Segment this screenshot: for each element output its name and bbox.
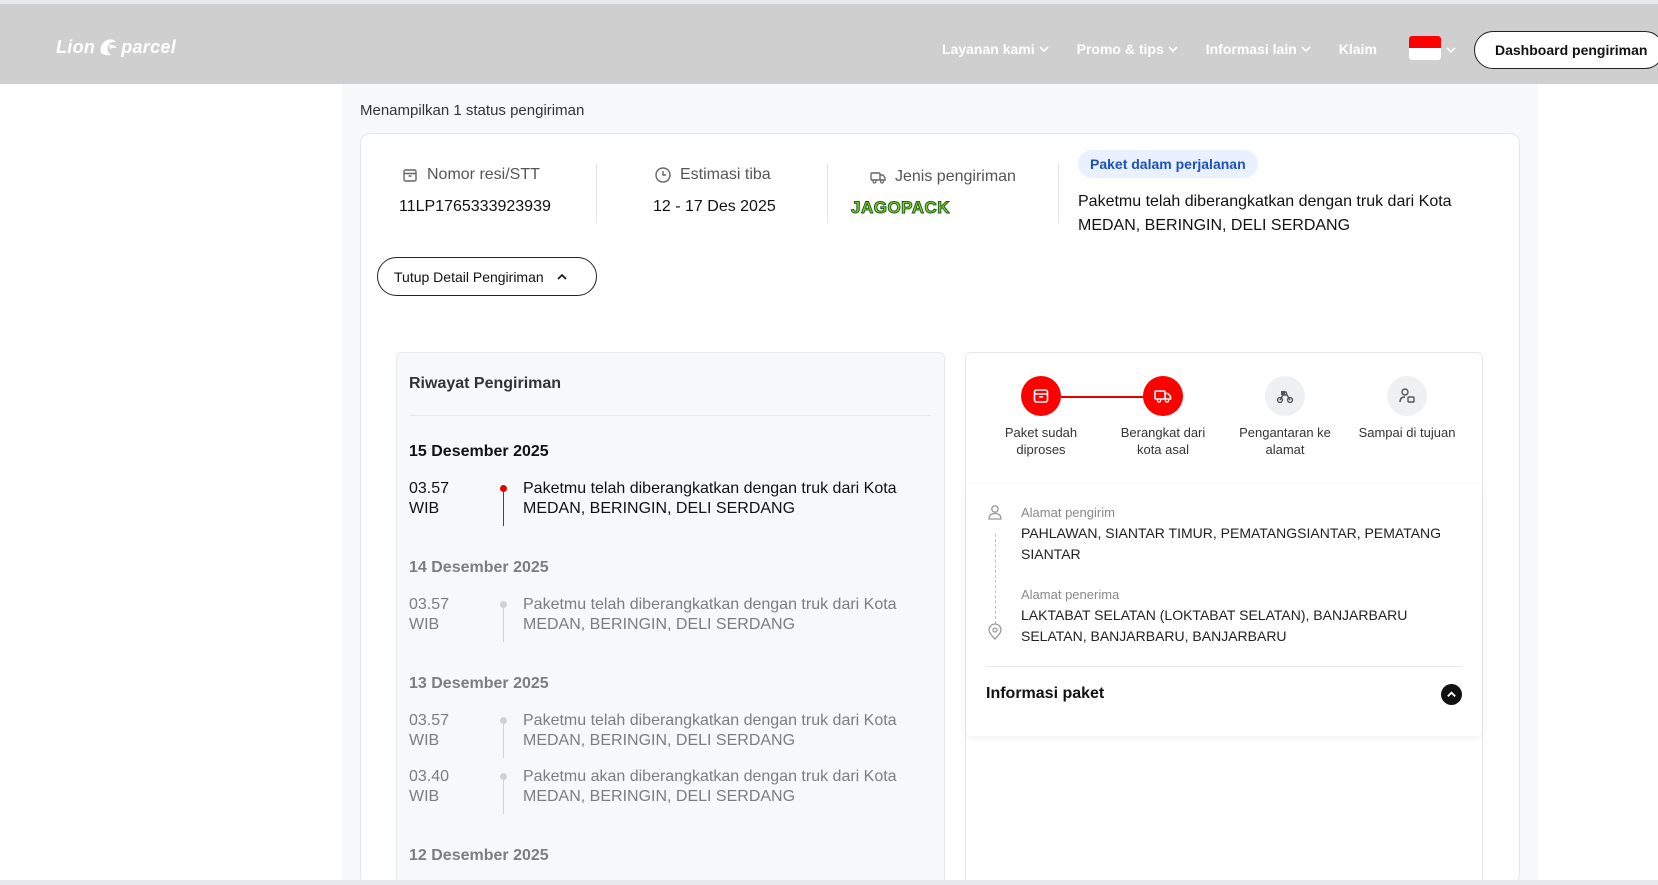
- address-connector: [995, 534, 996, 624]
- eta-label: Estimasi tiba: [680, 166, 771, 183]
- nav-item-klaim[interactable]: Klaim: [1339, 41, 1377, 57]
- dashboard-pengiriman-button[interactable]: Dashboard pengiriman: [1474, 31, 1658, 69]
- logo-text-parcel: parcel: [121, 36, 177, 57]
- shipment-history-panel: Riwayat Pengiriman 15 Desember 2025 03.5…: [396, 352, 945, 885]
- location-pin-icon: [988, 623, 1002, 640]
- receiver-address-value: LAKTABAT SELATAN (LOKTABAT SELATAN), BAN…: [1021, 607, 1408, 644]
- step-motorbike-icon: [1265, 376, 1305, 416]
- shipping-type-column: Jenis pengiriman JAGOPACK: [849, 166, 1016, 218]
- nav-item-promo-tips[interactable]: Promo & tips: [1077, 41, 1178, 57]
- step-truck-icon: [1143, 376, 1183, 416]
- nav-item-label: Layanan kami: [942, 41, 1035, 57]
- timeline-line: [503, 780, 504, 814]
- history-timezone: WIB: [409, 616, 440, 633]
- shipping-type-label-row: Jenis pengiriman: [869, 168, 1016, 186]
- receiver-address-label: Alamat penerima: [1021, 587, 1120, 602]
- step-label: Pengantaran ke alamat: [1239, 425, 1331, 457]
- chevron-down-icon: [1168, 46, 1178, 53]
- timeline-dot: [500, 773, 507, 780]
- history-time-value: 03.57: [409, 596, 450, 613]
- history-timezone: WIB: [409, 500, 440, 517]
- box-icon: [403, 169, 417, 182]
- nav-item-label: Klaim: [1338, 41, 1377, 57]
- logo-text-lion: Lion: [56, 36, 96, 57]
- motorbike-icon: [1276, 391, 1294, 404]
- history-entry-text: Paketmu akan diberangkatkan dengan truk …: [523, 768, 897, 805]
- history-timezone: WIB: [409, 788, 440, 805]
- navbar: Lion parcel Layanan kami Promo & tips In…: [0, 4, 1658, 84]
- timeline-line: [503, 608, 504, 642]
- truck-icon: [870, 172, 886, 184]
- history-time-value: 03.40: [409, 768, 450, 785]
- history-time-value: 03.57: [409, 480, 450, 497]
- chevron-down-icon: [1301, 46, 1311, 53]
- resi-column: Nomor resi/STT 11LP1765333923939: [399, 166, 551, 216]
- package-info-toggle-button[interactable]: [1441, 684, 1462, 705]
- eta-label-row: Estimasi tiba: [654, 166, 776, 184]
- step-arrived-icon: [1387, 376, 1427, 416]
- jagopack-logo: JAGOPACK: [849, 198, 953, 218]
- history-time: 03.57 WIB: [409, 711, 469, 751]
- toggle-detail-button[interactable]: Tutup Detail Pengiriman: [377, 257, 597, 296]
- nav-item-layanan-kami[interactable]: Layanan kami: [942, 41, 1049, 57]
- sender-address-label: Alamat pengirim: [1021, 505, 1115, 520]
- chevron-up-icon: [1447, 691, 1456, 697]
- history-date: 14 Desember 2025: [409, 559, 549, 576]
- step-package-icon: [1021, 376, 1061, 416]
- chevron-down-icon: [1039, 46, 1049, 53]
- nav-item-label: Promo & tips: [1076, 41, 1164, 57]
- info-divider: [827, 163, 828, 223]
- nav-item-informasi-lain[interactable]: Informasi lain: [1206, 41, 1311, 57]
- history-time: 03.57 WIB: [409, 595, 469, 635]
- person-icon: [988, 505, 1002, 520]
- history-time-value: 03.57: [409, 712, 450, 729]
- history-timezone: WIB: [409, 732, 440, 749]
- step-label: Berangkat dari kota asal: [1120, 425, 1206, 457]
- lion-logo-icon: [100, 39, 118, 56]
- bottom-border: [0, 880, 1658, 885]
- step-label: Sampai di tujuan: [1358, 425, 1456, 440]
- package-icon: [1033, 389, 1049, 403]
- history-entry-text: Paketmu telah diberangkatkan dengan truk…: [523, 712, 897, 749]
- history-divider: [409, 415, 931, 416]
- resi-label: Nomor resi/STT: [427, 166, 540, 183]
- timeline-dot: [500, 601, 507, 608]
- eta-value: 12 - 17 Des 2025: [653, 198, 776, 215]
- step-label: Paket sudah diproses: [1004, 425, 1078, 457]
- address-divider: [986, 666, 1462, 667]
- latest-status-text: Paketmu telah diberangkatkan dengan truk…: [1078, 193, 1452, 234]
- lion-parcel-logo[interactable]: Lion parcel: [56, 32, 176, 62]
- package-info-label[interactable]: Informasi paket: [986, 685, 1104, 703]
- eta-column: Estimasi tiba 12 - 17 Des 2025: [653, 166, 776, 216]
- history-date: 12 Desember 2025: [409, 847, 549, 864]
- history-time: 03.57 WIB: [409, 479, 469, 519]
- info-divider: [596, 163, 597, 223]
- history-time: 03.40 WIB: [409, 767, 469, 807]
- info-divider: [1058, 163, 1059, 223]
- timeline-dot-active: [500, 485, 507, 492]
- timeline-line-active: [503, 492, 504, 526]
- flag-indonesia-icon[interactable]: [1409, 36, 1441, 60]
- timeline-line: [503, 724, 504, 758]
- status-badge: Paket dalam perjalanan: [1078, 150, 1258, 178]
- nav-menu: Layanan kami Promo & tips Informasi lain…: [942, 34, 1405, 64]
- sender-address-value: PAHLAWAN, SIANTAR TIMUR, PEMATANGSIANTAR…: [1021, 525, 1442, 562]
- history-entry-text: Paketmu telah diberangkatkan dengan truk…: [523, 596, 897, 633]
- language-chevron-down-icon[interactable]: [1445, 44, 1457, 56]
- resi-value: 11LP1765333923939: [399, 198, 551, 215]
- history-date: 15 Desember 2025: [409, 443, 549, 460]
- clock-icon: [655, 167, 671, 183]
- results-count-text: Menampilkan 1 status pengiriman: [360, 102, 585, 119]
- history-title: Riwayat Pengiriman: [409, 375, 562, 392]
- resi-label-row: Nomor resi/STT: [401, 166, 551, 184]
- chevron-up-icon: [557, 273, 567, 280]
- truck-icon: [1154, 390, 1172, 403]
- history-entry-text: Paketmu telah diberangkatkan dengan truk…: [523, 480, 897, 517]
- history-date: 13 Desember 2025: [409, 675, 549, 692]
- shipping-type-label: Jenis pengiriman: [895, 168, 1016, 185]
- person-box-icon: [1399, 388, 1415, 403]
- toggle-detail-label: Tutup Detail Pengiriman: [394, 268, 544, 285]
- nav-item-label: Informasi lain: [1205, 41, 1297, 57]
- timeline-dot: [500, 717, 507, 724]
